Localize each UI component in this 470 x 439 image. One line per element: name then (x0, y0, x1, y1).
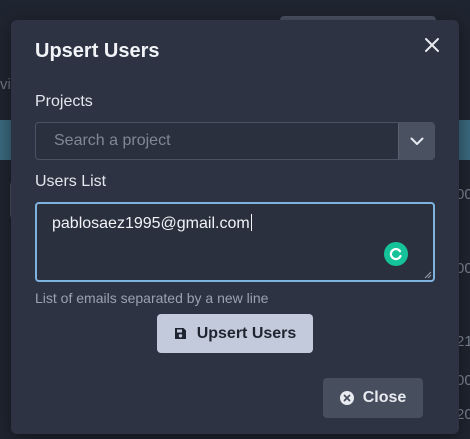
close-icon[interactable] (421, 34, 443, 56)
users-list-textarea[interactable]: pablosaez1995@gmail.com (35, 202, 435, 282)
project-search-input[interactable] (36, 123, 398, 159)
modal-title: Upsert Users (35, 40, 160, 62)
users-list-helper-text: List of emails separated by a new line (35, 290, 269, 306)
users-list-value: pablosaez1995@gmail.com (52, 215, 250, 232)
upsert-users-modal: Upsert Users Projects Users List pablosa… (11, 20, 459, 434)
projects-label: Projects (35, 93, 93, 110)
background-tab-fragment: vi (0, 76, 11, 93)
resize-handle-icon[interactable] (424, 271, 432, 279)
times-circle-icon (339, 391, 354, 405)
close-button[interactable]: Close (323, 378, 423, 418)
save-icon (174, 328, 186, 339)
grammarly-icon[interactable] (384, 242, 408, 266)
close-button-label: Close (362, 389, 407, 406)
text-caret (250, 214, 252, 231)
project-select[interactable] (35, 122, 435, 160)
upsert-users-button[interactable]: Upsert Users (157, 314, 313, 353)
upsert-users-button-label: Upsert Users (196, 324, 297, 342)
chevron-down-icon[interactable] (398, 123, 434, 159)
users-list-label: Users List (35, 173, 107, 190)
